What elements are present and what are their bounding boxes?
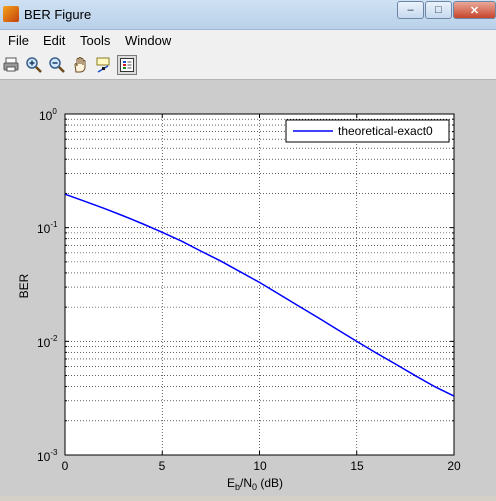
menu-tools[interactable]: Tools <box>80 33 110 48</box>
y-tick-label-10-minus-2: 10-2 <box>37 334 58 350</box>
menu-edit[interactable]: Edit <box>43 33 65 48</box>
x-axis-label: Eb/N0 (dB) <box>227 476 283 492</box>
maximize-button[interactable]: □ <box>425 1 452 19</box>
legend-toggle-icon <box>120 58 134 72</box>
close-button[interactable]: ✕ <box>453 1 496 19</box>
menu-bar: File Edit Tools Window <box>0 30 496 50</box>
pan-button[interactable] <box>70 55 90 75</box>
y-tick-label-10-0: 100 <box>39 107 57 123</box>
y-tick-label-10-minus-1: 10-1 <box>37 220 58 236</box>
data-cursor-button[interactable] <box>93 55 113 75</box>
x-tick-labels: 0 5 10 15 20 <box>62 459 461 473</box>
toolbar <box>0 50 496 80</box>
pan-hand-icon <box>74 57 86 73</box>
legend-toggle-button[interactable] <box>117 55 137 75</box>
zoom-out-icon <box>49 57 65 73</box>
data-cursor-icon <box>96 57 110 73</box>
ber-chart: 100 10-1 10-2 10-3 0 5 10 15 20 Eb/N0 (d… <box>17 107 461 492</box>
y-tick-label-10-minus-3: 10-3 <box>37 448 58 464</box>
legend-label: theoretical-exact0 <box>338 124 433 138</box>
minimize-button[interactable]: – <box>397 1 424 19</box>
menu-window[interactable]: Window <box>125 33 171 48</box>
x-tick-label-0: 0 <box>62 459 69 473</box>
title-bar: BER Figure – □ ✕ <box>0 0 496 30</box>
menu-file[interactable]: File <box>8 33 29 48</box>
x-tick-label-5: 5 <box>159 459 166 473</box>
print-button[interactable] <box>1 55 21 75</box>
y-axis-label: BER <box>17 273 31 298</box>
y-tick-labels: 100 10-1 10-2 10-3 <box>37 107 58 464</box>
zoom-out-button[interactable] <box>47 55 67 75</box>
window-title: BER Figure <box>24 7 92 22</box>
x-tick-label-10: 10 <box>253 459 267 473</box>
print-icon <box>3 57 19 72</box>
zoom-in-icon <box>26 57 42 73</box>
x-tick-label-15: 15 <box>350 459 364 473</box>
legend[interactable]: theoretical-exact0 <box>285 119 450 143</box>
x-tick-label-20: 20 <box>447 459 461 473</box>
matlab-logo-icon <box>3 6 19 22</box>
figure-area: 100 10-1 10-2 10-3 0 5 10 15 20 Eb/N0 (d… <box>0 80 496 496</box>
zoom-in-button[interactable] <box>24 55 44 75</box>
